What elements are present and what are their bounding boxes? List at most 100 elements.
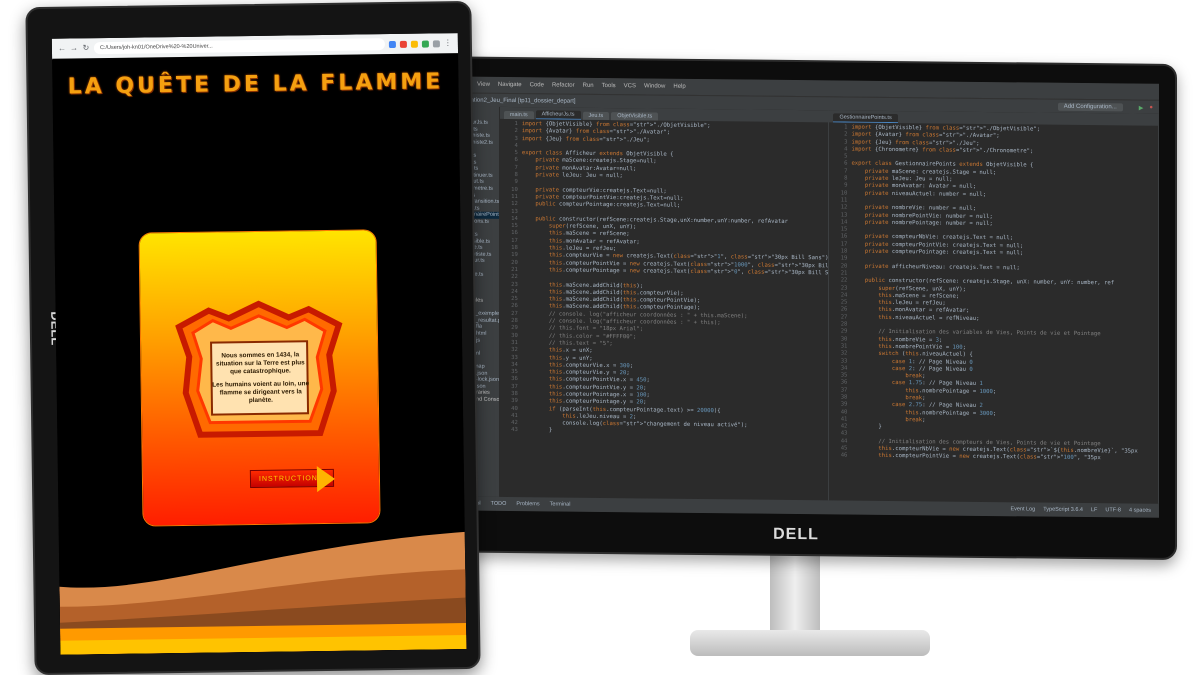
intro-card: Nous sommes en 1434, la situation sur la… [139, 230, 380, 526]
code-text: break; [905, 417, 926, 424]
monitor-stand-neck [770, 552, 820, 642]
back-icon[interactable]: ← [58, 44, 66, 53]
monitor-stand-base [690, 630, 930, 656]
menu-item[interactable]: Window [644, 83, 665, 89]
dell-logo: DELL [773, 525, 819, 544]
code-text: } [851, 423, 882, 431]
code-text: this.nombrePointVie = 100; [878, 343, 966, 351]
code-text: this.leJeu = refJeu; [878, 299, 946, 307]
code-text: private nombreVie: number = null; [864, 204, 977, 213]
menu-item[interactable]: Navigate [498, 82, 522, 88]
code-text: this.compteurPointVie.y = 20; [548, 384, 647, 392]
debug-icon[interactable]: ● [1149, 105, 1153, 111]
status-indicator[interactable]: Event Log [1010, 506, 1035, 512]
menu-item[interactable]: Refactor [552, 82, 575, 88]
menu-item[interactable]: Code [530, 82, 544, 88]
instructions-button[interactable]: INSTRUCTIONS [249, 465, 336, 493]
code-text: this.compteurVie.y = 20; [548, 369, 630, 377]
code-text: this.leJeu = refJeu; [548, 245, 617, 253]
editor-tab[interactable]: AfficheurJs.ts [535, 110, 581, 120]
code-text: private nombrePointVie: number = null; [864, 212, 993, 220]
code-text: case 2: // Page Niveau 0 [891, 365, 973, 373]
code-text: this.compteurPointVie = new createjs.Tex… [878, 453, 1101, 462]
code-text: private monAvatar: Avatar = null; [864, 183, 977, 191]
code-text: import {Avatar} from class="str">"./Avat… [851, 131, 1000, 140]
code-text: this.compteurPointage.y = 20; [548, 398, 647, 406]
code-editor-left[interactable]: 1 import {ObjetVisible} from class="str">… [500, 119, 829, 438]
line-number: 46 [840, 452, 848, 459]
status-right-group: Event Log TypeScript 3.6.4 LF UTF-8 4 spaces [1010, 506, 1159, 514]
status-indicator[interactable]: UTF-8 [1105, 507, 1121, 513]
code-text: import {Jeu} from class="str">"./Jeu"; [521, 135, 650, 144]
extension-icon[interactable] [421, 40, 429, 48]
forward-icon[interactable]: → [70, 43, 78, 52]
code-text: } [521, 427, 553, 434]
status-indicator[interactable]: TypeScript 3.6.4 [1043, 507, 1083, 513]
menu-item[interactable]: View [477, 82, 490, 88]
code-text: private maScene: createjs.Stage = null; [864, 168, 997, 176]
instructions-button-label: INSTRUCTIONS [258, 475, 324, 483]
run-config-dropdown[interactable]: Add Configuration... [1057, 102, 1123, 112]
code-text: public compteurPointage:createjs.Text=nu… [535, 201, 681, 210]
story-paragraph: Nous sommes en 1434, la situation sur la… [215, 351, 305, 376]
code-text: private compteurPointVie:createjs.Text=n… [535, 194, 684, 202]
tool-window-button[interactable]: Terminal [550, 501, 571, 507]
reload-icon[interactable]: ↻ [82, 43, 90, 52]
code-text: case 1.75: // Page Niveau 1 [891, 380, 983, 388]
code-text: case 2.75: // Page Niveau 2 [891, 402, 983, 410]
status-indicator[interactable]: LF [1091, 507, 1097, 513]
code-text: private monAvatar:Avatar=null; [535, 165, 637, 173]
portrait-monitor: DELL ← → ↻ C:/Users/joh-kn01/OneDrive%20… [25, 0, 481, 675]
code-text: this.monAvatar = refAvatar; [878, 307, 970, 315]
profile-icon[interactable] [432, 39, 440, 47]
code-text: this.nombrePointage = 1000; [905, 387, 997, 395]
story-paragraph: Les humains voient au loin, une flamme s… [212, 380, 310, 405]
menu-item[interactable]: VCS [624, 83, 636, 89]
browser-window: ← → ↻ C:/Users/joh-kn01/OneDrive%20-%20U… [51, 33, 467, 655]
code-text: this.x = unX; [548, 347, 593, 355]
code-text: this.y = unY; [548, 354, 593, 362]
code-text: this.leJeu.niveau = 2; [562, 413, 637, 421]
address-bar[interactable]: C:/Users/joh-kn01/OneDrive%20-%20Univer.… [93, 38, 385, 55]
menu-item[interactable]: Help [673, 84, 685, 90]
code-text: this.compteurPointVie.x = 450; [548, 376, 650, 384]
run-icon[interactable]: ▶ [1139, 104, 1144, 111]
extension-icon[interactable] [410, 40, 418, 48]
story-text: Nous sommes en 1434, la situation sur la… [211, 351, 310, 410]
code-text: private compteurVie:createjs.Text=null; [535, 186, 667, 195]
code-text: this.nombreVie = 3; [878, 336, 943, 344]
code-text: this.monAvatar = refAvatar; [548, 238, 640, 246]
extension-icon[interactable] [399, 40, 407, 48]
code-text: break; [905, 395, 926, 402]
code-text: case 1: // Page Niveau 0 [891, 358, 973, 366]
tool-window-button[interactable]: Problems [516, 501, 539, 507]
tool-window-button[interactable]: TODO [491, 501, 507, 507]
code-text: // this.text = "5"; [521, 340, 613, 347]
menu-icon[interactable]: ⋮ [444, 38, 452, 47]
code-text: this.niveauActuel = refNiveau; [878, 314, 980, 322]
status-indicator[interactable]: 4 spaces [1129, 507, 1151, 513]
code-text: private nombrePointage: number = null; [864, 219, 993, 227]
editor-tab[interactable]: Jeu.ts [582, 111, 610, 121]
ide-body: Project AfficheurJs.tsAnimal.tsAntagonis… [435, 106, 1159, 504]
extension-icon[interactable] [388, 40, 396, 48]
menu-item[interactable]: Tools [602, 83, 616, 89]
code-editor-right[interactable]: 1 import {ObjetVisible} from class="str">… [829, 122, 1158, 463]
code-text: break; [905, 373, 926, 380]
editor-pane-right: GestionnairePoints.ts 1 import {ObjetVisi… [829, 110, 1159, 504]
menu-item[interactable]: Run [583, 83, 594, 89]
code-text: switch (this.niveauActuel) { [878, 351, 973, 359]
code-text: this.maScene = refScene; [548, 230, 630, 238]
code-text: this.maScene.addChild(this); [548, 281, 644, 289]
game-canvas[interactable]: LA QUÊTE DE LA FLAMME Nous sommes en 143… [52, 53, 467, 655]
code-text: private niveauActuel: number = null; [864, 190, 987, 198]
